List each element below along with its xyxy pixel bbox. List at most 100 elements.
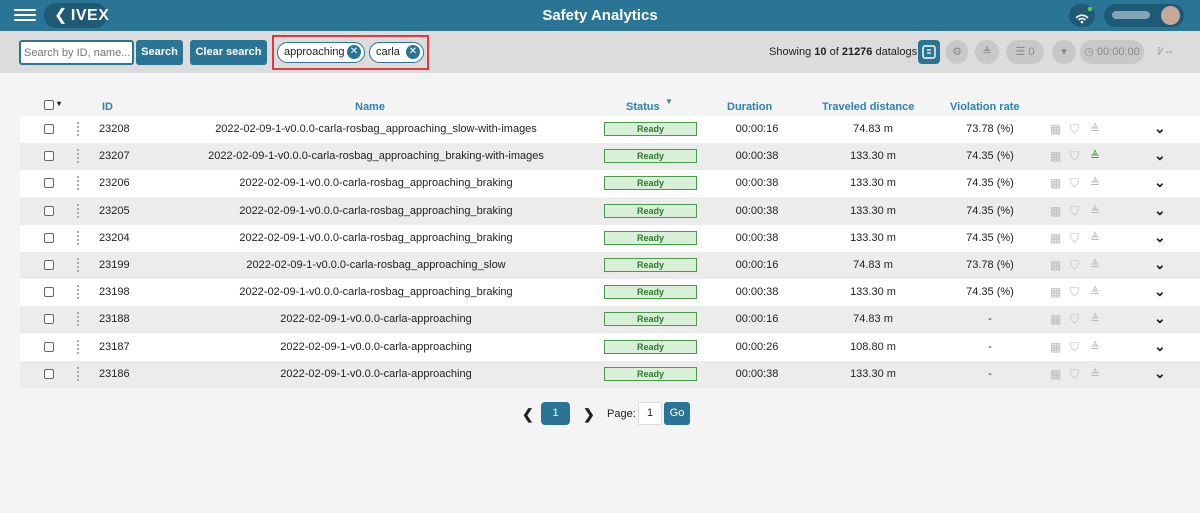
- shield-icon[interactable]: ⛉: [1070, 231, 1079, 246]
- column-traveled-distance[interactable]: Traveled distance: [822, 101, 914, 113]
- cone-icon[interactable]: ≜: [1090, 312, 1100, 326]
- clear-search-button[interactable]: Clear search: [190, 40, 267, 65]
- table-row[interactable]: 23206 2022-02-09-1-v0.0.0-carla-rosbag_ap…: [20, 170, 1200, 198]
- map-icon[interactable]: ▦: [1050, 176, 1061, 190]
- map-icon[interactable]: ▦: [1050, 122, 1061, 136]
- column-duration[interactable]: Duration: [727, 101, 772, 113]
- cone-icon[interactable]: ≜: [1090, 285, 1100, 299]
- row-name[interactable]: 2022-02-09-1-v0.0.0-carla-approaching: [150, 341, 602, 353]
- row-checkbox[interactable]: [44, 341, 54, 352]
- expand-row-chevron-icon[interactable]: ⌄: [1154, 310, 1166, 327]
- drag-handle-icon[interactable]: [77, 149, 79, 164]
- shield-icon[interactable]: ⛉: [1070, 122, 1079, 137]
- shield-icon[interactable]: ⛉: [1070, 285, 1079, 300]
- drag-handle-icon[interactable]: [77, 366, 79, 381]
- expand-row-chevron-icon[interactable]: ⌄: [1154, 120, 1166, 137]
- table-row[interactable]: 23204 2022-02-09-1-v0.0.0-carla-rosbag_ap…: [20, 224, 1200, 252]
- column-status[interactable]: Status: [626, 101, 660, 113]
- row-checkbox[interactable]: [44, 260, 54, 270]
- page-number-button[interactable]: 1: [541, 402, 570, 425]
- shield-icon[interactable]: ⛉: [1070, 258, 1079, 273]
- page-input[interactable]: 1: [638, 402, 662, 425]
- select-menu-chevron-icon[interactable]: ▾: [57, 99, 61, 108]
- row-name[interactable]: 2022-02-09-1-v0.0.0-carla-rosbag_approac…: [150, 205, 602, 217]
- cone-filter-icon[interactable]: ≜: [975, 40, 999, 64]
- drag-handle-icon[interactable]: [77, 122, 79, 136]
- row-name[interactable]: 2022-02-09-1-v0.0.0-carla-rosbag_approac…: [150, 259, 602, 271]
- map-icon[interactable]: ▦: [1050, 340, 1061, 354]
- drag-handle-icon[interactable]: [77, 285, 79, 300]
- shield-icon[interactable]: ⛉: [1070, 149, 1079, 164]
- shield-icon[interactable]: ⛉: [1070, 176, 1079, 191]
- cone-icon[interactable]: ≜: [1090, 231, 1100, 245]
- column-name[interactable]: Name: [355, 101, 385, 113]
- expand-row-chevron-icon[interactable]: ⌄: [1154, 229, 1166, 246]
- column-id[interactable]: ID: [102, 101, 113, 113]
- cone-icon[interactable]: ≜: [1090, 258, 1100, 272]
- cone-icon[interactable]: ≜: [1090, 204, 1100, 218]
- row-checkbox[interactable]: [44, 368, 54, 379]
- shield-icon[interactable]: ⛉: [1070, 204, 1079, 219]
- row-name[interactable]: 2022-02-09-1-v0.0.0-carla-rosbag_approac…: [150, 177, 602, 189]
- expand-row-chevron-icon[interactable]: ⌄: [1154, 365, 1166, 382]
- row-name[interactable]: 2022-02-09-1-v0.0.0-carla-rosbag_approac…: [150, 232, 602, 244]
- table-row[interactable]: 23205 2022-02-09-1-v0.0.0-carla-rosbag_ap…: [20, 197, 1200, 225]
- row-checkbox[interactable]: [44, 287, 54, 298]
- user-menu[interactable]: [1104, 4, 1184, 27]
- table-row[interactable]: 23187 2022-02-09-1-v0.0.0-carla-approachi…: [20, 333, 1200, 361]
- drag-handle-icon[interactable]: [77, 176, 79, 191]
- table-row[interactable]: 23198 2022-02-09-1-v0.0.0-carla-rosbag_ap…: [20, 279, 1200, 307]
- remove-tag-icon[interactable]: ✕: [406, 45, 420, 59]
- map-icon[interactable]: ▦: [1050, 231, 1061, 245]
- drag-handle-icon[interactable]: [77, 203, 79, 218]
- table-row[interactable]: 23188 2022-02-09-1-v0.0.0-carla-approachi…: [20, 306, 1200, 334]
- cone-icon[interactable]: ≜: [1090, 149, 1100, 163]
- connection-status-icon[interactable]: [1069, 4, 1095, 27]
- table-row[interactable]: 23207 2022-02-09-1-v0.0.0-carla-rosbag_ap…: [20, 143, 1200, 171]
- cone-icon[interactable]: ≜: [1090, 367, 1100, 381]
- select-all-checkbox[interactable]: [44, 100, 54, 110]
- expand-row-chevron-icon[interactable]: ⌄: [1154, 202, 1166, 219]
- map-icon[interactable]: ▦: [1050, 312, 1061, 326]
- row-checkbox[interactable]: [44, 178, 54, 189]
- column-violation-rate[interactable]: Violation rate: [950, 101, 1019, 113]
- row-checkbox[interactable]: [44, 205, 54, 216]
- table-row[interactable]: 23208 2022-02-09-1-v0.0.0-carla-rosbag_ap…: [20, 116, 1200, 143]
- row-checkbox[interactable]: [44, 232, 54, 243]
- row-name[interactable]: 2022-02-09-1-v0.0.0-carla-approaching: [150, 368, 602, 380]
- shield-icon[interactable]: ⛉: [1070, 367, 1079, 382]
- row-checkbox[interactable]: [44, 314, 54, 325]
- hamburger-menu-icon[interactable]: [14, 6, 36, 24]
- drag-handle-icon[interactable]: [77, 312, 79, 327]
- prev-page-icon[interactable]: ❮: [522, 406, 534, 423]
- drag-handle-icon[interactable]: [77, 339, 79, 354]
- expand-row-chevron-icon[interactable]: ⌄: [1154, 147, 1166, 164]
- expand-row-chevron-icon[interactable]: ⌄: [1154, 174, 1166, 191]
- export-icon[interactable]: [918, 40, 940, 64]
- row-name[interactable]: 2022-02-09-1-v0.0.0-carla-rosbag_approac…: [150, 150, 602, 162]
- remove-tag-icon[interactable]: ✕: [347, 45, 361, 59]
- go-button[interactable]: Go: [664, 402, 690, 425]
- next-page-icon[interactable]: ❯: [583, 406, 595, 423]
- search-input[interactable]: [19, 40, 134, 65]
- drag-handle-icon[interactable]: [77, 258, 79, 272]
- row-checkbox[interactable]: [44, 151, 54, 162]
- shield-icon[interactable]: ⛉: [1070, 340, 1079, 355]
- ivex-logo[interactable]: ❮ IVEX: [44, 3, 109, 28]
- table-row[interactable]: 23199 2022-02-09-1-v0.0.0-carla-rosbag_ap…: [20, 252, 1200, 279]
- map-icon[interactable]: ▦: [1050, 367, 1061, 381]
- map-icon[interactable]: ▦: [1050, 285, 1061, 299]
- dropdown-toggle-icon[interactable]: ▾: [1052, 40, 1076, 64]
- map-icon[interactable]: ▦: [1050, 258, 1061, 272]
- table-row[interactable]: 23186 2022-02-09-1-v0.0.0-carla-approachi…: [20, 360, 1200, 388]
- expand-row-chevron-icon[interactable]: ⌄: [1154, 338, 1166, 355]
- row-checkbox[interactable]: [44, 124, 54, 134]
- shield-icon[interactable]: ⛉: [1070, 312, 1079, 327]
- row-name[interactable]: 2022-02-09-1-v0.0.0-carla-rosbag_approac…: [150, 123, 602, 135]
- sort-descending-icon[interactable]: ▼: [665, 97, 673, 106]
- row-name[interactable]: 2022-02-09-1-v0.0.0-carla-rosbag_approac…: [150, 286, 602, 298]
- expand-row-chevron-icon[interactable]: ⌄: [1154, 256, 1166, 273]
- row-name[interactable]: 2022-02-09-1-v0.0.0-carla-approaching: [150, 313, 602, 325]
- map-icon[interactable]: ▦: [1050, 149, 1061, 163]
- map-icon[interactable]: ▦: [1050, 204, 1061, 218]
